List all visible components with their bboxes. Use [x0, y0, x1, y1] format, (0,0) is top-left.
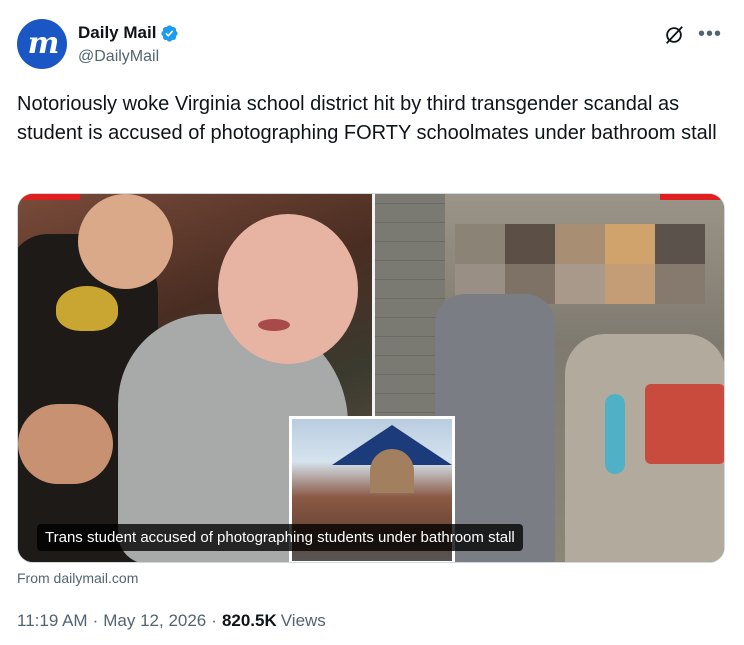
photo-arm: [18, 404, 113, 484]
tweet-time[interactable]: 11:19 AM: [17, 611, 88, 631]
views-count: 820.5K: [221, 611, 277, 630]
photo-badge: [56, 286, 118, 331]
meta-separator: ·: [211, 611, 217, 630]
photo-blur-mosaic: [455, 224, 705, 304]
views-label: Views: [280, 611, 326, 630]
media-caption: Trans student accused of photographing s…: [37, 524, 523, 551]
grok-icon[interactable]: [663, 24, 685, 46]
photo-shirt-graphic: [645, 384, 724, 464]
display-name[interactable]: Daily Mail: [78, 23, 156, 43]
display-name-row: Daily Mail: [78, 21, 179, 45]
red-tag-right: [660, 194, 720, 200]
photo-officer-head: [78, 194, 173, 289]
avatar-letters: m: [27, 25, 60, 61]
media-card[interactable]: Trans student accused of photographing s…: [17, 193, 725, 563]
author-names: Daily Mail @DailyMail: [78, 21, 179, 66]
tweet-meta: 11:19 AM · May 12, 2026 · 820.5K Views: [17, 611, 326, 631]
handle[interactable]: @DailyMail: [78, 48, 179, 66]
avatar[interactable]: m: [17, 19, 67, 69]
inset-arch: [370, 449, 414, 493]
more-icon[interactable]: •••: [697, 21, 723, 47]
photo-shirt-cactus: [605, 394, 625, 474]
photo-man-mouth: [258, 319, 290, 331]
verified-badge-icon[interactable]: [160, 24, 179, 43]
meta-separator: ·: [92, 611, 99, 630]
tweet-date[interactable]: May 12, 2026: [103, 611, 206, 631]
tweet-header: m Daily Mail @DailyMail •••: [17, 19, 727, 71]
link-source[interactable]: From dailymail.com: [17, 570, 138, 586]
photo-man-head: [218, 214, 358, 364]
media-caption-text: Trans student accused of photographing s…: [45, 529, 515, 546]
red-tag-left: [18, 194, 80, 200]
tweet-text: Notoriously woke Virginia school distric…: [17, 93, 717, 144]
